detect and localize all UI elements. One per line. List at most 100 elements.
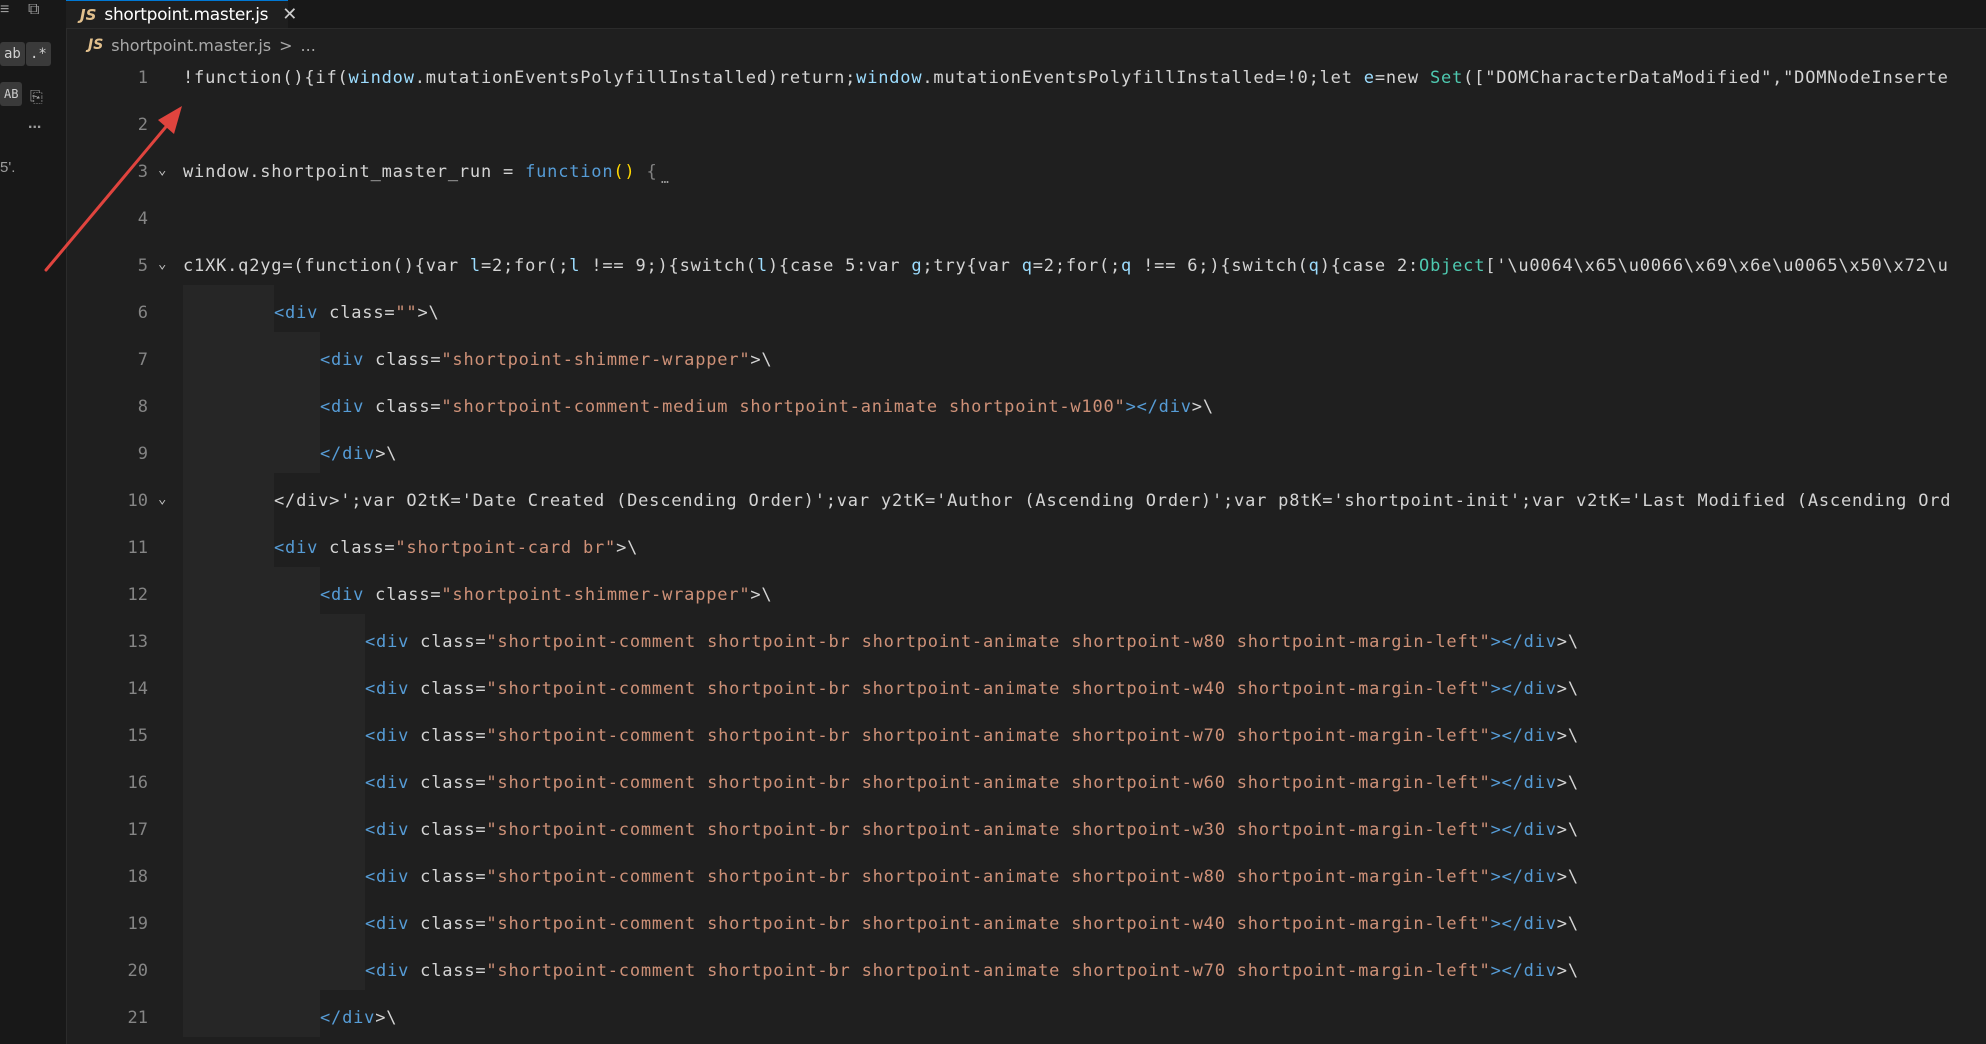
code-token: q <box>1121 256 1133 276</box>
code-editor[interactable]: 1 !function(){if(window.mutationEventsPol… <box>66 62 1986 1044</box>
match-case-label: ab <box>4 46 21 62</box>
indent-guide <box>183 896 365 943</box>
line-number: 13 <box>127 632 148 652</box>
code-token: "shortpoint-comment-medium shortpoint-an… <box>441 397 1126 417</box>
code-line[interactable]: 16 <div class="shortpoint-comment shortpo… <box>66 755 1986 802</box>
indent-guide <box>183 849 365 896</box>
code-line[interactable]: 18 <div class="shortpoint-comment shortpo… <box>66 849 1986 896</box>
code-line[interactable]: 14 <div class="shortpoint-comment shortpo… <box>66 661 1986 708</box>
code-line[interactable]: 12 <div class="shortpoint-shimmer-wrapper… <box>66 567 1986 614</box>
more-actions-icon[interactable]: ... <box>28 114 41 134</box>
code-token: >\ <box>1556 773 1579 793</box>
line-number: 9 <box>137 444 148 464</box>
code-line[interactable]: 9 </div>\ <box>66 426 1986 473</box>
code-token: <div <box>320 350 365 370</box>
code-token: <div <box>320 585 365 605</box>
code-token: >\ <box>750 350 773 370</box>
menu-icon[interactable]: ≡ <box>0 0 9 20</box>
code-line[interactable]: 10 ⌄ </div>';var O2tK='Date Created (Desce… <box>66 473 1986 520</box>
preserve-case-label: AB <box>4 87 19 101</box>
code-text: <div class="">\ <box>274 303 440 323</box>
code-token: e <box>1363 68 1375 88</box>
code-token: "shortpoint-shimmer-wrapper" <box>441 585 751 605</box>
code-text: <div class="shortpoint-comment shortpoin… <box>365 679 1579 699</box>
code-token: ){case 5:var <box>767 256 912 276</box>
line-number: 4 <box>137 209 148 229</box>
code-line[interactable]: 13 <div class="shortpoint-comment shortpo… <box>66 614 1986 661</box>
code-token: >\ <box>1556 726 1579 746</box>
code-line[interactable]: 11 <div class="shortpoint-card br">\ <box>66 520 1986 567</box>
code-token: () <box>613 162 636 182</box>
code-line[interactable]: 1 !function(){if(window.mutationEventsPol… <box>66 50 1986 97</box>
code-token: !== 9;){switch( <box>580 256 757 276</box>
fold-chevron-icon[interactable]: ⌄ <box>158 254 166 274</box>
code-token: ></div <box>1125 397 1192 417</box>
close-icon[interactable]: ✕ <box>282 4 297 25</box>
code-line[interactable]: 8 <div class="shortpoint-comment-medium s… <box>66 379 1986 426</box>
code-token: <div <box>365 632 410 652</box>
tab-shortpoint-master[interactable]: JS shortpoint.master.js ✕ <box>66 0 297 28</box>
code-token: <div <box>320 397 365 417</box>
code-line[interactable]: 20 <div class="shortpoint-comment shortpo… <box>66 943 1986 990</box>
code-line[interactable]: 3 ⌄ window.shortpoint_master_run = functio… <box>66 144 1986 191</box>
code-line[interactable]: 15 <div class="shortpoint-comment shortpo… <box>66 708 1986 755</box>
code-token: "shortpoint-comment shortpoint-br shortp… <box>486 867 1491 887</box>
code-token: .mutationEventsPolyfillInstalled)return; <box>414 68 857 88</box>
code-line[interactable]: 2 <box>66 97 1986 144</box>
indent-guide <box>183 520 274 567</box>
folded-ellipsis[interactable]: … <box>661 170 670 190</box>
code-token: class= <box>409 632 487 652</box>
code-token: Object <box>1419 256 1486 276</box>
regex-toggle[interactable]: .* <box>26 42 51 66</box>
code-text: <div class="shortpoint-shimmer-wrapper">… <box>320 585 772 605</box>
code-token: ;try{var <box>922 256 1022 276</box>
indent-guide <box>183 332 320 379</box>
tab-bar: JS shortpoint.master.js ✕ <box>66 0 1986 29</box>
match-case-toggle[interactable]: ab <box>0 42 25 66</box>
code-token: =new <box>1374 68 1431 88</box>
code-token: q <box>1021 256 1033 276</box>
code-token: ></div <box>1490 961 1557 981</box>
collapse-icon[interactable]: ⧉ <box>28 0 39 20</box>
fold-chevron-icon[interactable]: ⌄ <box>158 489 166 509</box>
line-number: 8 <box>137 397 148 417</box>
replace-all-icon[interactable]: ⎘ <box>30 88 43 108</box>
code-token: ['\u0064\x65\u0066\x69\x6e\u0065\x50\x72… <box>1485 256 1949 276</box>
preserve-case-toggle[interactable]: AB <box>0 82 23 106</box>
fold-chevron-icon[interactable]: ⌄ <box>158 160 166 180</box>
code-token: !== 6;){switch( <box>1132 256 1309 276</box>
code-token: <div <box>365 914 410 934</box>
code-line[interactable]: 4 <box>66 191 1986 238</box>
code-line[interactable]: 17 <div class="shortpoint-comment shortpo… <box>66 802 1986 849</box>
indent-guide <box>183 755 365 802</box>
code-token: >\ <box>1191 397 1214 417</box>
line-number: 1 <box>137 68 148 88</box>
code-token: >\ <box>616 538 639 558</box>
line-number: 16 <box>127 773 148 793</box>
code-line[interactable]: 5 ⌄ c1XK.q2yg=(function(){var l=2;for(;l !… <box>66 238 1986 285</box>
code-token: "shortpoint-shimmer-wrapper" <box>441 350 751 370</box>
indent-guide <box>183 614 365 661</box>
code-line[interactable]: 6 <div class="">\ <box>66 285 1986 332</box>
code-token: </div <box>320 444 376 464</box>
code-text: </div>\ <box>320 444 397 464</box>
line-number: 20 <box>127 961 148 981</box>
code-token: "shortpoint-comment shortpoint-br shortp… <box>486 914 1491 934</box>
code-line[interactable]: 19 <div class="shortpoint-comment shortpo… <box>66 896 1986 943</box>
code-token: class= <box>364 350 442 370</box>
line-number: 3 <box>137 162 148 182</box>
code-token: window.shortpoint_master_run = <box>183 162 526 182</box>
code-text: <div class="shortpoint-comment shortpoin… <box>365 726 1579 746</box>
code-token: <div <box>365 773 410 793</box>
code-text: !function(){if(window.mutationEventsPoly… <box>183 68 1949 88</box>
line-number: 18 <box>127 867 148 887</box>
code-token: <div <box>274 303 319 323</box>
code-token: ></div <box>1490 820 1557 840</box>
code-token: ></div <box>1490 914 1557 934</box>
code-token: <div <box>365 726 410 746</box>
code-text: <div class="shortpoint-comment shortpoin… <box>365 632 1579 652</box>
code-token: ></div <box>1490 867 1557 887</box>
code-line[interactable]: 21 </div>\ <box>66 990 1986 1037</box>
code-token: >\ <box>1556 914 1579 934</box>
code-line[interactable]: 7 <div class="shortpoint-shimmer-wrapper"… <box>66 332 1986 379</box>
